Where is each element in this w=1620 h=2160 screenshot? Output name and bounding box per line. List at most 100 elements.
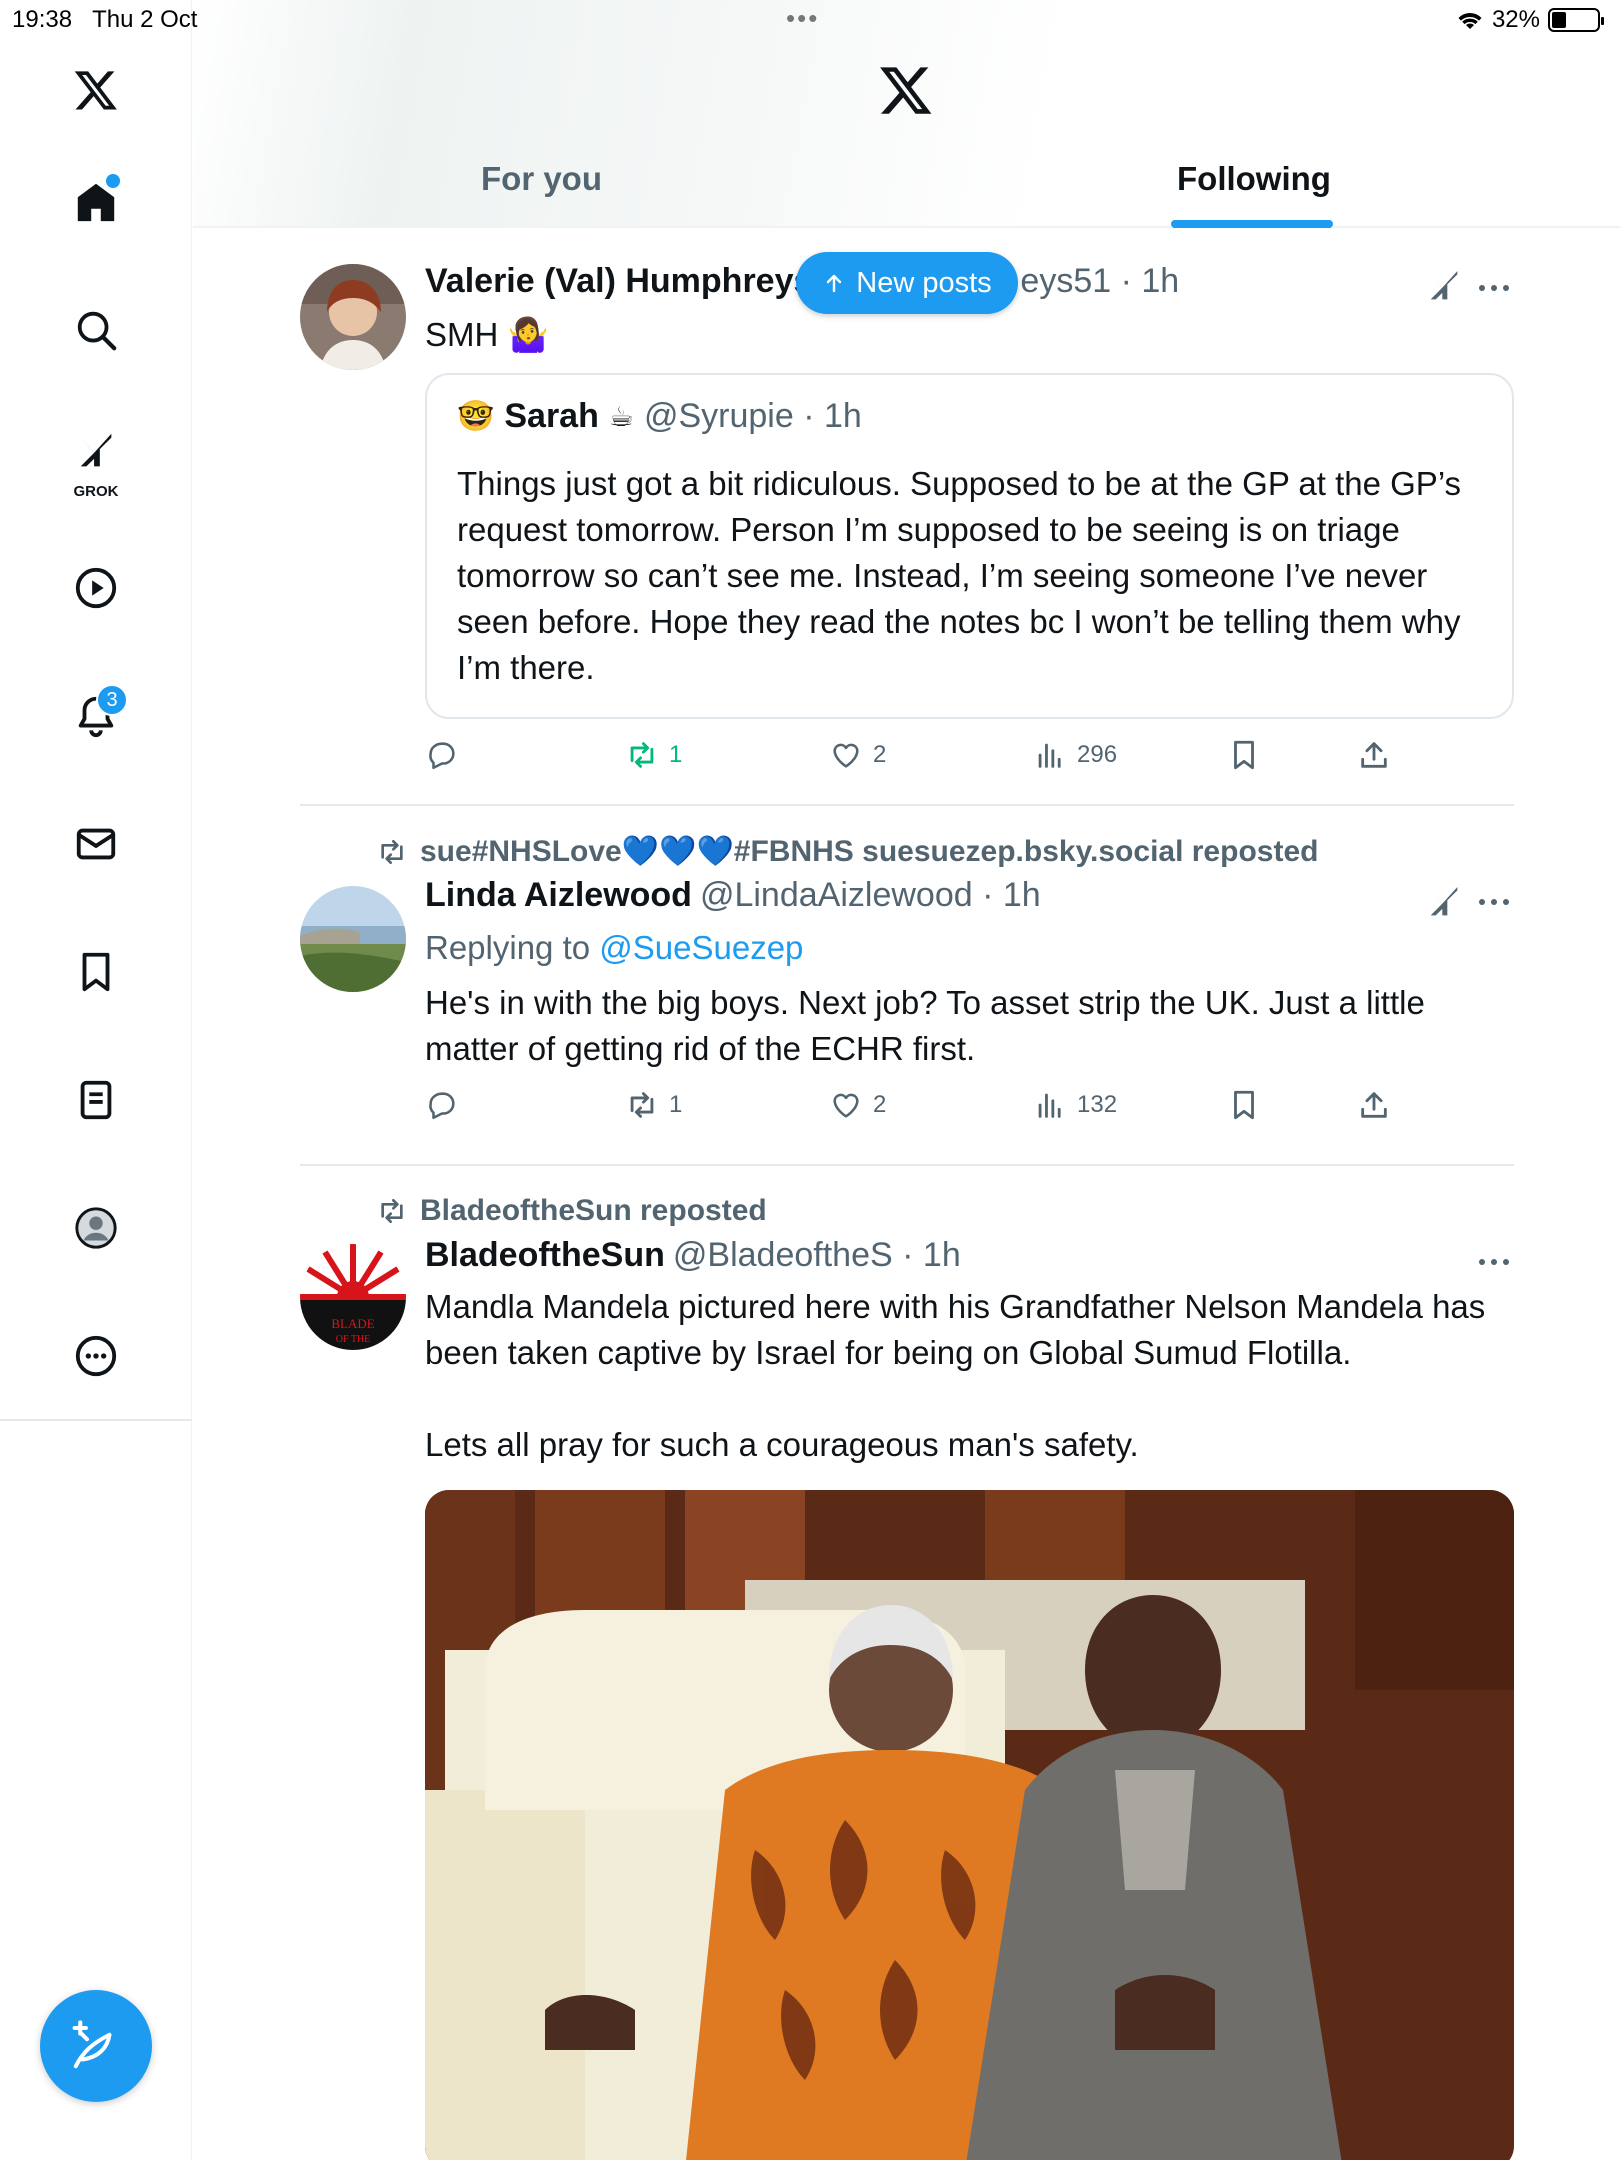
author-handle[interactable]: @BladeoftheS · 1h: [673, 1236, 961, 1275]
post-text-second-paragraph: Lets all pray for such a courageous man'…: [425, 1426, 1139, 1463]
bookmarks-icon[interactable]: [66, 942, 126, 1002]
post-content: BladeoftheSun @BladeoftheS · 1h Mandla M…: [425, 1236, 1514, 1468]
avatar[interactable]: [300, 264, 406, 370]
repost-count: 1: [669, 1091, 683, 1118]
video-icon[interactable]: [66, 558, 126, 618]
repost-count: 1: [669, 741, 683, 768]
author-handle[interactable]: @LindaAizlewood · 1h: [700, 876, 1041, 915]
views-count: 296: [1077, 741, 1118, 768]
quoted-post-text: Things just got a bit ridiculous. Suppos…: [457, 465, 1462, 686]
bookmark-icon: [1234, 1090, 1254, 1120]
share-button[interactable]: [1357, 1088, 1391, 1122]
more-dots-icon[interactable]: [1474, 278, 1514, 298]
quoted-avatar-emoji: 🤓: [457, 400, 495, 433]
lists-icon[interactable]: [66, 1070, 126, 1130]
share-button[interactable]: [1357, 738, 1391, 772]
views-button[interactable]: 132: [1033, 1088, 1117, 1122]
x-logo-icon[interactable]: [66, 60, 126, 120]
more-dots-icon[interactable]: [1474, 892, 1514, 912]
bookmark-button[interactable]: [1227, 738, 1261, 772]
reply-icon: [429, 1092, 455, 1120]
bookmark-button[interactable]: [1227, 1088, 1261, 1122]
more-dots-icon[interactable]: [1474, 1252, 1514, 1272]
post-header: BladeoftheSun @BladeoftheS · 1h: [425, 1236, 1514, 1284]
like-button[interactable]: 2: [829, 738, 886, 772]
post-photo[interactable]: [425, 1490, 1514, 2160]
reposted-by-line[interactable]: BladeoftheSun reposted: [376, 1194, 767, 1228]
post-actions: 1 2 296: [425, 738, 1514, 788]
reposted-by-text: sue#NHSLove💙💙💙#FBNHS suesuezep.bsky.soci…: [420, 835, 1319, 868]
post-text: Mandla Mandela pictured here with his Gr…: [425, 1288, 1486, 1371]
reposted-by-line[interactable]: sue#NHSLove💙💙💙#FBNHS suesuezep.bsky.soci…: [376, 834, 1318, 869]
share-icon: [1361, 742, 1387, 768]
quoted-post[interactable]: 🤓 Sarah ☕ @Syrupie · 1h Things just got …: [425, 373, 1514, 719]
views-chart-icon: [1038, 1093, 1061, 1118]
status-time: 19:38 Thu 2 Oct: [12, 6, 198, 33]
messages-envelope-icon[interactable]: [66, 814, 126, 874]
grok-explain-icon[interactable]: [1424, 882, 1464, 922]
sidebar-divider: [0, 1419, 192, 1421]
active-tab-indicator: [1171, 220, 1333, 228]
status-indicators: 32%: [1456, 6, 1604, 34]
notifications-bell-icon[interactable]: 3: [66, 684, 128, 746]
views-button[interactable]: 296: [1033, 738, 1117, 772]
svg-text:OF THE: OF THE: [336, 1334, 371, 1345]
tab-following[interactable]: Following: [1177, 160, 1331, 198]
quoted-name-emoji: ☕: [608, 401, 634, 432]
grok-explain-icon[interactable]: [1424, 266, 1464, 306]
post-separator: [300, 1164, 1514, 1166]
avatar[interactable]: [300, 886, 406, 992]
quoted-author-name[interactable]: Sarah: [504, 397, 599, 436]
repost-button[interactable]: 1: [625, 738, 682, 772]
tab-for-you[interactable]: For you: [481, 160, 602, 198]
x-logo-icon[interactable]: [878, 62, 934, 118]
heart-icon: [833, 1093, 859, 1118]
home-unread-dot: [106, 174, 120, 188]
post[interactable]: Linda Aizlewood @LindaAizlewood · 1h Rep…: [300, 876, 1514, 1156]
arrow-up-icon: [827, 274, 842, 293]
battery-icon: [1548, 8, 1604, 32]
repost-icon: [630, 742, 654, 768]
compose-post-button[interactable]: [40, 1990, 152, 2102]
reply-icon: [429, 742, 455, 770]
views-count: 132: [1077, 1091, 1118, 1118]
like-button[interactable]: 2: [829, 1088, 886, 1122]
replying-to: Replying to @SueSuezep: [425, 929, 804, 966]
share-icon: [1361, 1092, 1387, 1118]
like-count: 2: [873, 1091, 887, 1118]
multitasking-dots-icon[interactable]: •••: [786, 5, 819, 31]
notifications-badge: 3: [96, 684, 128, 716]
repost-icon: [381, 839, 403, 864]
bookmark-icon: [1234, 740, 1254, 770]
home-icon[interactable]: [66, 172, 126, 232]
post-actions: 1 2 132: [425, 1088, 1514, 1138]
heart-icon: [833, 743, 859, 768]
author-name[interactable]: Valerie (Val) Humphreys: [425, 262, 812, 301]
post-content: Linda Aizlewood @LindaAizlewood · 1h Rep…: [425, 876, 1514, 1072]
quoted-author-handle[interactable]: @Syrupie · 1h: [644, 397, 862, 436]
status-bar: 19:38 Thu 2 Oct ••• 32%: [0, 0, 1620, 40]
more-options-icon[interactable]: [66, 1326, 126, 1386]
author-name[interactable]: Linda Aizlewood: [425, 876, 692, 915]
profile-avatar-icon[interactable]: [66, 1198, 126, 1258]
author-name[interactable]: BladeoftheSun: [425, 1236, 665, 1275]
like-count: 2: [873, 741, 887, 768]
author-handle[interactable]: eys51 · 1h: [1020, 262, 1179, 301]
post-header: Linda Aizlewood @LindaAizlewood · 1h: [425, 876, 1514, 924]
post[interactable]: Valerie (Val) Humphreys eys51 · 1h SMH 🤷…: [300, 262, 1514, 792]
repost-button[interactable]: 1: [625, 1088, 682, 1122]
quoted-post-header: 🤓 Sarah ☕ @Syrupie · 1h: [457, 397, 862, 436]
reply-button[interactable]: [425, 738, 459, 772]
wifi-icon: [1458, 13, 1482, 29]
views-chart-icon: [1038, 743, 1061, 768]
grok-label: GROK: [73, 483, 119, 500]
repost-icon: [381, 1199, 403, 1223]
grok-icon[interactable]: GROK: [66, 424, 126, 500]
search-icon[interactable]: [66, 300, 126, 360]
reply-button[interactable]: [425, 1088, 459, 1122]
new-posts-button[interactable]: New posts: [796, 252, 1018, 314]
sidebar: GROK 3: [0, 0, 192, 2160]
avatar[interactable]: BLADE OF THE: [300, 1244, 406, 1350]
post[interactable]: BLADE OF THE BladeoftheSun @BladeoftheS ·…: [300, 1236, 1514, 1476]
replying-to-handle[interactable]: @SueSuezep: [599, 929, 803, 966]
